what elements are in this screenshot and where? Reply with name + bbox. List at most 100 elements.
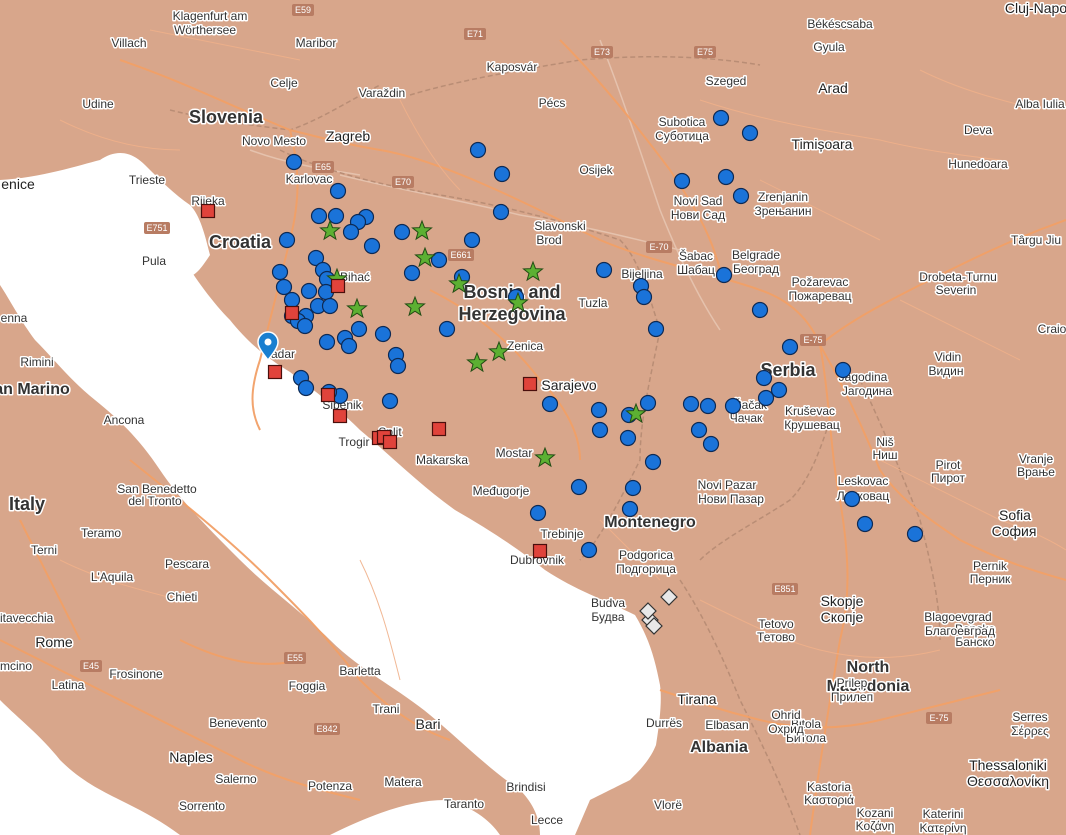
- site-marker-circle[interactable]: [342, 223, 360, 241]
- site-marker-circle[interactable]: [647, 320, 665, 338]
- site-marker-circle[interactable]: [619, 429, 637, 447]
- site-marker-circle[interactable]: [757, 389, 775, 407]
- city-label: Maribor: [296, 36, 337, 50]
- city-label: Trebinje: [541, 527, 584, 541]
- site-marker-circle[interactable]: [283, 291, 301, 309]
- site-marker-square[interactable]: [320, 387, 336, 403]
- site-marker-circle[interactable]: [318, 333, 336, 351]
- site-marker-circle[interactable]: [644, 453, 662, 471]
- site-marker-circle[interactable]: [381, 392, 399, 410]
- city-label: Frosinone: [109, 667, 163, 681]
- site-marker-circle[interactable]: [639, 394, 657, 412]
- site-marker-circle[interactable]: [580, 541, 598, 559]
- site-marker-circle[interactable]: [492, 203, 510, 221]
- site-marker-circle[interactable]: [393, 223, 411, 241]
- site-marker-circle[interactable]: [715, 266, 733, 284]
- city-label: Trani: [373, 702, 400, 716]
- road-label: E70: [395, 177, 411, 187]
- site-marker-circle[interactable]: [275, 278, 293, 296]
- site-marker-circle[interactable]: [834, 361, 852, 379]
- road-label: E-75: [803, 335, 822, 345]
- site-marker-circle[interactable]: [741, 124, 759, 142]
- site-marker-square[interactable]: [532, 543, 548, 559]
- city-label: Potenza: [308, 779, 352, 793]
- site-marker-circle[interactable]: [296, 317, 314, 335]
- city-label: Охрид: [768, 722, 804, 736]
- site-marker-circle[interactable]: [271, 263, 289, 281]
- site-marker-circle[interactable]: [590, 401, 608, 419]
- site-marker-circle[interactable]: [438, 320, 456, 338]
- city-label: Ниш: [873, 448, 898, 462]
- site-marker-circle[interactable]: [673, 172, 691, 190]
- site-marker-circle[interactable]: [690, 421, 708, 439]
- road-label: E751: [146, 223, 167, 233]
- city-label: Naples: [169, 749, 213, 765]
- map-canvas[interactable]: E59 E71 E73 E75 E65 E70 E751 E661 E-70 E…: [0, 0, 1066, 835]
- site-marker-circle[interactable]: [702, 435, 720, 453]
- site-marker-square[interactable]: [267, 364, 283, 380]
- site-marker-circle[interactable]: [843, 490, 861, 508]
- city-label: mcino: [0, 659, 32, 673]
- site-marker-circle[interactable]: [403, 264, 421, 282]
- site-marker-circle[interactable]: [297, 379, 315, 397]
- city-label: Θεσσαλονίκη: [967, 773, 1049, 789]
- site-marker-circle[interactable]: [591, 421, 609, 439]
- site-marker-square[interactable]: [522, 376, 538, 392]
- city-label: Перник: [970, 572, 1011, 586]
- site-marker-square[interactable]: [330, 278, 346, 294]
- site-marker-circle[interactable]: [329, 182, 347, 200]
- site-marker-circle[interactable]: [363, 237, 381, 255]
- site-marker-circle[interactable]: [755, 369, 773, 387]
- city-label: Alba Iulia: [1015, 97, 1065, 111]
- site-marker-circle[interactable]: [712, 109, 730, 127]
- site-marker-square[interactable]: [200, 203, 216, 219]
- site-marker-circle[interactable]: [856, 515, 874, 533]
- site-marker-square[interactable]: [382, 434, 398, 450]
- site-marker-circle[interactable]: [389, 357, 407, 375]
- city-label: Blagoevgrad: [924, 610, 991, 624]
- city-label: Rome: [35, 634, 73, 650]
- site-marker-circle[interactable]: [699, 397, 717, 415]
- site-marker-circle[interactable]: [682, 395, 700, 413]
- site-marker-circle[interactable]: [595, 261, 613, 279]
- city-label: Latina: [52, 678, 85, 692]
- site-marker-circle[interactable]: [321, 297, 339, 315]
- city-label: Tuzla: [579, 296, 608, 310]
- site-marker-circle[interactable]: [541, 395, 559, 413]
- site-marker-circle[interactable]: [770, 381, 788, 399]
- site-marker-circle[interactable]: [493, 165, 511, 183]
- site-marker-circle[interactable]: [310, 207, 328, 225]
- country-label-bosnia: Herzegovina: [458, 304, 566, 324]
- city-label: Врање: [1017, 465, 1055, 479]
- site-marker-circle[interactable]: [906, 525, 924, 543]
- site-marker-circle[interactable]: [469, 141, 487, 159]
- site-marker-square[interactable]: [332, 408, 348, 424]
- site-marker-circle[interactable]: [624, 479, 642, 497]
- site-marker-circle[interactable]: [340, 337, 358, 355]
- site-marker-circle[interactable]: [732, 187, 750, 205]
- site-marker-circle[interactable]: [327, 207, 345, 225]
- road-label: E71: [467, 29, 483, 39]
- site-marker-circle[interactable]: [463, 231, 481, 249]
- site-marker-circle[interactable]: [374, 325, 392, 343]
- site-marker-circle[interactable]: [724, 397, 742, 415]
- site-marker-square[interactable]: [284, 305, 300, 321]
- site-marker-circle[interactable]: [621, 500, 639, 518]
- site-marker-circle[interactable]: [717, 168, 735, 186]
- site-marker-circle[interactable]: [751, 301, 769, 319]
- site-marker-circle[interactable]: [529, 504, 547, 522]
- city-label: Скопје: [821, 609, 864, 625]
- site-marker-square[interactable]: [431, 421, 447, 437]
- road-label: E55: [287, 653, 303, 663]
- site-marker-circle[interactable]: [285, 153, 303, 171]
- site-marker-circle[interactable]: [278, 231, 296, 249]
- city-label: Prilep: [837, 676, 868, 690]
- site-marker-circle[interactable]: [570, 478, 588, 496]
- road-label: E65: [315, 162, 331, 172]
- site-marker-circle[interactable]: [350, 320, 368, 338]
- site-marker-circle[interactable]: [635, 288, 653, 306]
- city-label: Szeged: [706, 74, 747, 88]
- site-marker-circle[interactable]: [781, 338, 799, 356]
- site-marker-circle[interactable]: [300, 282, 318, 300]
- city-label: Terni: [31, 543, 57, 557]
